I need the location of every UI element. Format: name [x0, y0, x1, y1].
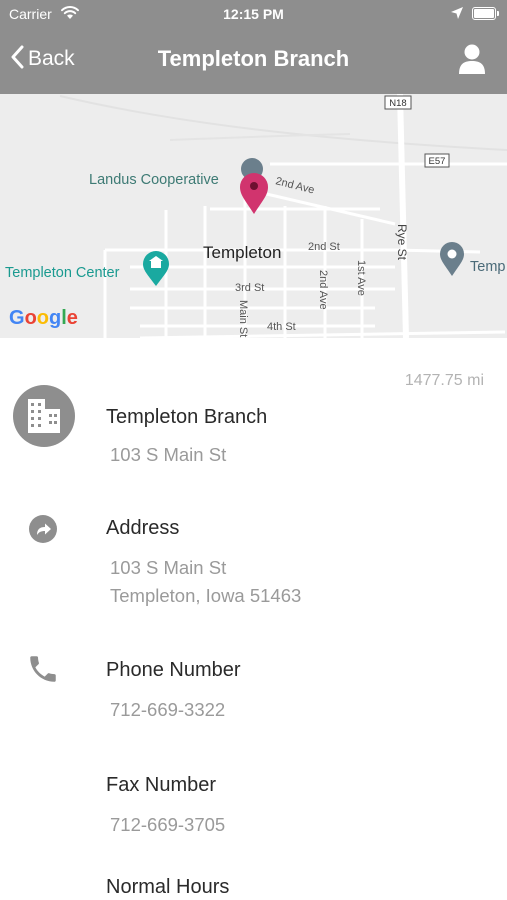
- phone-icon[interactable]: [26, 652, 60, 691]
- svg-text:N18: N18: [389, 98, 406, 109]
- map-label-templeton-center: Templeton Center: [5, 265, 120, 281]
- map-label-1st-ave: 1st Ave: [355, 260, 367, 296]
- map-view[interactable]: N18 E57 Landus Cooperative 2nd Ave Templ…: [0, 94, 507, 338]
- map-label-temp: Temp: [470, 259, 505, 275]
- user-icon: [458, 44, 486, 79]
- map-label-templeton: Templeton: [203, 243, 281, 262]
- map-label-3rd-st: 3rd St: [235, 282, 264, 294]
- back-button[interactable]: Back: [10, 42, 75, 76]
- distance-label: 1477.75 mi: [404, 372, 484, 389]
- status-time: 12:15 PM: [223, 6, 284, 22]
- building-icon: [13, 385, 75, 447]
- normal-hours-label: Normal Hours: [106, 876, 230, 898]
- temp-poi-pin-icon[interactable]: [440, 242, 464, 276]
- status-bar: Carrier 12:15 PM: [0, 0, 507, 28]
- user-profile-button[interactable]: [458, 43, 486, 75]
- map-label-rye-st: Rye St: [395, 224, 409, 261]
- map-label-4th-st: 4th St: [267, 321, 296, 333]
- fax-label: Fax Number: [106, 774, 217, 796]
- branch-detail-panel: 1477.75 mi Templeton Branch 103 S Main S…: [0, 338, 507, 900]
- page-title: Templeton Branch: [157, 46, 350, 71]
- map-label-2nd-ave-diagonal: 2nd Ave: [274, 175, 315, 196]
- address-label: Address: [106, 517, 180, 539]
- fax-number: 712-669-3705: [110, 814, 226, 835]
- address-line1[interactable]: 103 S Main St: [110, 554, 226, 582]
- directions-icon[interactable]: [28, 514, 58, 549]
- back-label: Back: [28, 47, 75, 70]
- n18-route-shield: N18: [384, 95, 412, 110]
- map-label-landus: Landus Cooperative: [89, 172, 219, 188]
- svg-text:E57: E57: [429, 156, 446, 167]
- map-label-2nd-st: 2nd St: [308, 241, 340, 253]
- header-bar: Carrier 12:15 PM Back Templeton Branch: [0, 0, 507, 94]
- map-label-main-st: Main St: [237, 300, 249, 337]
- e57-route-shield: E57: [424, 153, 450, 168]
- map-canvas: N18 E57 Landus Cooperative 2nd Ave Templ…: [5, 94, 507, 338]
- address-line2[interactable]: Templeton, Iowa 51463: [110, 582, 301, 610]
- branch-name: Templeton Branch: [106, 406, 268, 428]
- navigation-bar: Back Templeton Branch: [0, 28, 507, 94]
- phone-label: Phone Number: [106, 659, 241, 681]
- google-logo: Google: [9, 307, 78, 329]
- battery-icon: [472, 7, 499, 20]
- branch-street: 103 S Main St: [110, 444, 227, 465]
- location-arrow-icon: [450, 6, 464, 23]
- phone-number-link[interactable]: 712-669-3322: [110, 696, 225, 724]
- chevron-left-icon: [10, 45, 24, 74]
- map-label-2nd-ave: 2nd Ave: [317, 270, 329, 310]
